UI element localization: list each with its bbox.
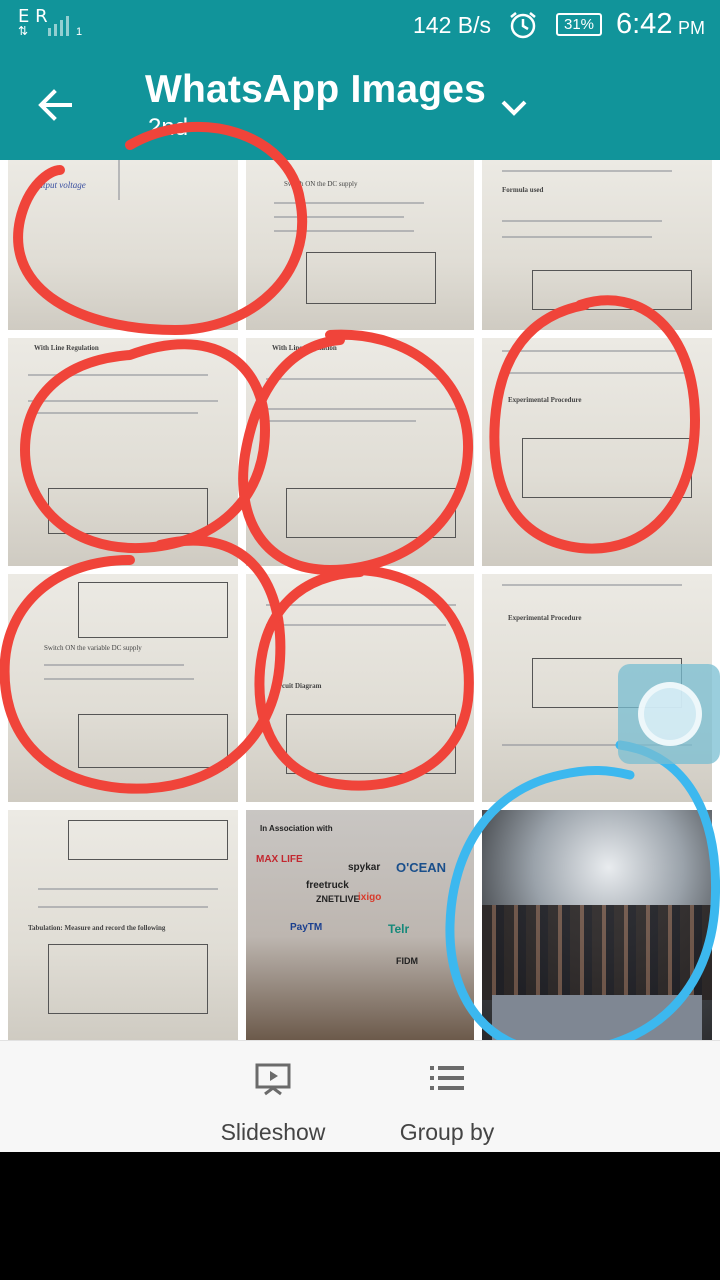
thumbnail-caption: output voltage — [34, 180, 86, 190]
battery-level: 31% — [563, 16, 595, 33]
system-navigation-area — [0, 1152, 720, 1280]
chevron-down-icon[interactable] — [496, 92, 532, 122]
image-grid: output voltage Switch ON the DC supply F… — [0, 160, 720, 1040]
clock-ampm: PM — [678, 18, 705, 38]
thumbnail-caption: Experimental Procedure — [508, 396, 582, 404]
signal-icon — [48, 14, 69, 36]
slideshow-icon — [255, 1063, 291, 1096]
back-arrow-icon[interactable] — [30, 82, 80, 128]
thumbnail-caption: Circuit Diagram — [272, 682, 322, 690]
thumbnail-12[interactable] — [482, 810, 712, 1040]
thumbnail-caption: Formula used — [502, 186, 544, 194]
thumbnail-caption: Tabulation: Measure and record the follo… — [28, 924, 166, 932]
data-arrows-icon: ⇅ — [18, 24, 29, 38]
thumbnail-3[interactable]: Formula used — [482, 160, 712, 330]
assistive-touch-button[interactable] — [618, 664, 720, 764]
album-subtitle: 2nd — [148, 114, 189, 141]
sponsor-logo: ixigo — [358, 892, 382, 903]
sponsor-logo: O'CEAN — [396, 860, 447, 875]
sponsor-logo: ZNETLIVE — [316, 894, 360, 904]
battery-icon: 31% — [556, 13, 602, 36]
thumbnail-5[interactable]: With Line Regulation — [246, 338, 474, 566]
thumbnail-caption: Switch ON the DC supply — [284, 180, 358, 188]
sponsor-logo: MAX LIFE — [256, 854, 303, 865]
thumbnail-7[interactable]: Switch ON the variable DC supply — [8, 574, 238, 802]
alarm-icon — [510, 12, 536, 39]
slideshow-button[interactable]: Slideshow — [208, 1041, 338, 1153]
sponsor-logo: spykar — [348, 862, 381, 873]
thumbnail-caption: Experimental Procedure — [508, 614, 582, 622]
thumbnail-6[interactable]: Experimental Procedure — [482, 338, 712, 566]
sponsor-logo: PayTM — [290, 922, 323, 933]
thumbnail-caption: With Line Regulation — [34, 344, 99, 352]
sponsor-logo: Telr — [388, 922, 410, 936]
list-icon — [430, 1066, 464, 1090]
sponsor-logo: freetruck — [306, 880, 349, 891]
thumbnail-10[interactable]: Tabulation: Measure and record the follo… — [8, 810, 238, 1040]
thumbnail-1[interactable]: output voltage — [8, 160, 238, 330]
clock-time: 6:42 — [616, 8, 673, 40]
slideshow-label: Slideshow — [220, 1119, 326, 1145]
sim-slot-label: 1 — [76, 26, 83, 38]
thumbnail-4[interactable]: With Line Regulation — [8, 338, 238, 566]
group-by-label: Group by — [399, 1119, 495, 1145]
net-speed: 142 B/s — [413, 12, 491, 38]
album-title[interactable]: WhatsApp Images — [145, 68, 486, 112]
bottom-action-bar: Slideshow Group by — [0, 1040, 720, 1152]
thumbnail-11[interactable]: In Association with MAX LIFE freetruck s… — [246, 810, 474, 1040]
screen: E R ⇅ 1 142 B/s 31% 6:42 PM WhatsApp Ima… — [0, 0, 720, 1280]
group-by-button[interactable]: Group by — [382, 1041, 512, 1153]
thumbnail-8[interactable]: Circuit Diagram — [246, 574, 474, 802]
thumbnail-caption: In Association with — [260, 824, 333, 833]
status-bar: E R ⇅ 1 142 B/s 31% 6:42 PM — [0, 0, 720, 52]
thumbnail-2[interactable]: Switch ON the DC supply — [246, 160, 474, 330]
sponsor-logo: FIDM — [396, 956, 418, 966]
thumbnail-caption: With Line Regulation — [272, 344, 337, 352]
thumbnail-caption: Switch ON the variable DC supply — [44, 644, 142, 652]
app-bar: WhatsApp Images 2nd — [0, 52, 720, 160]
